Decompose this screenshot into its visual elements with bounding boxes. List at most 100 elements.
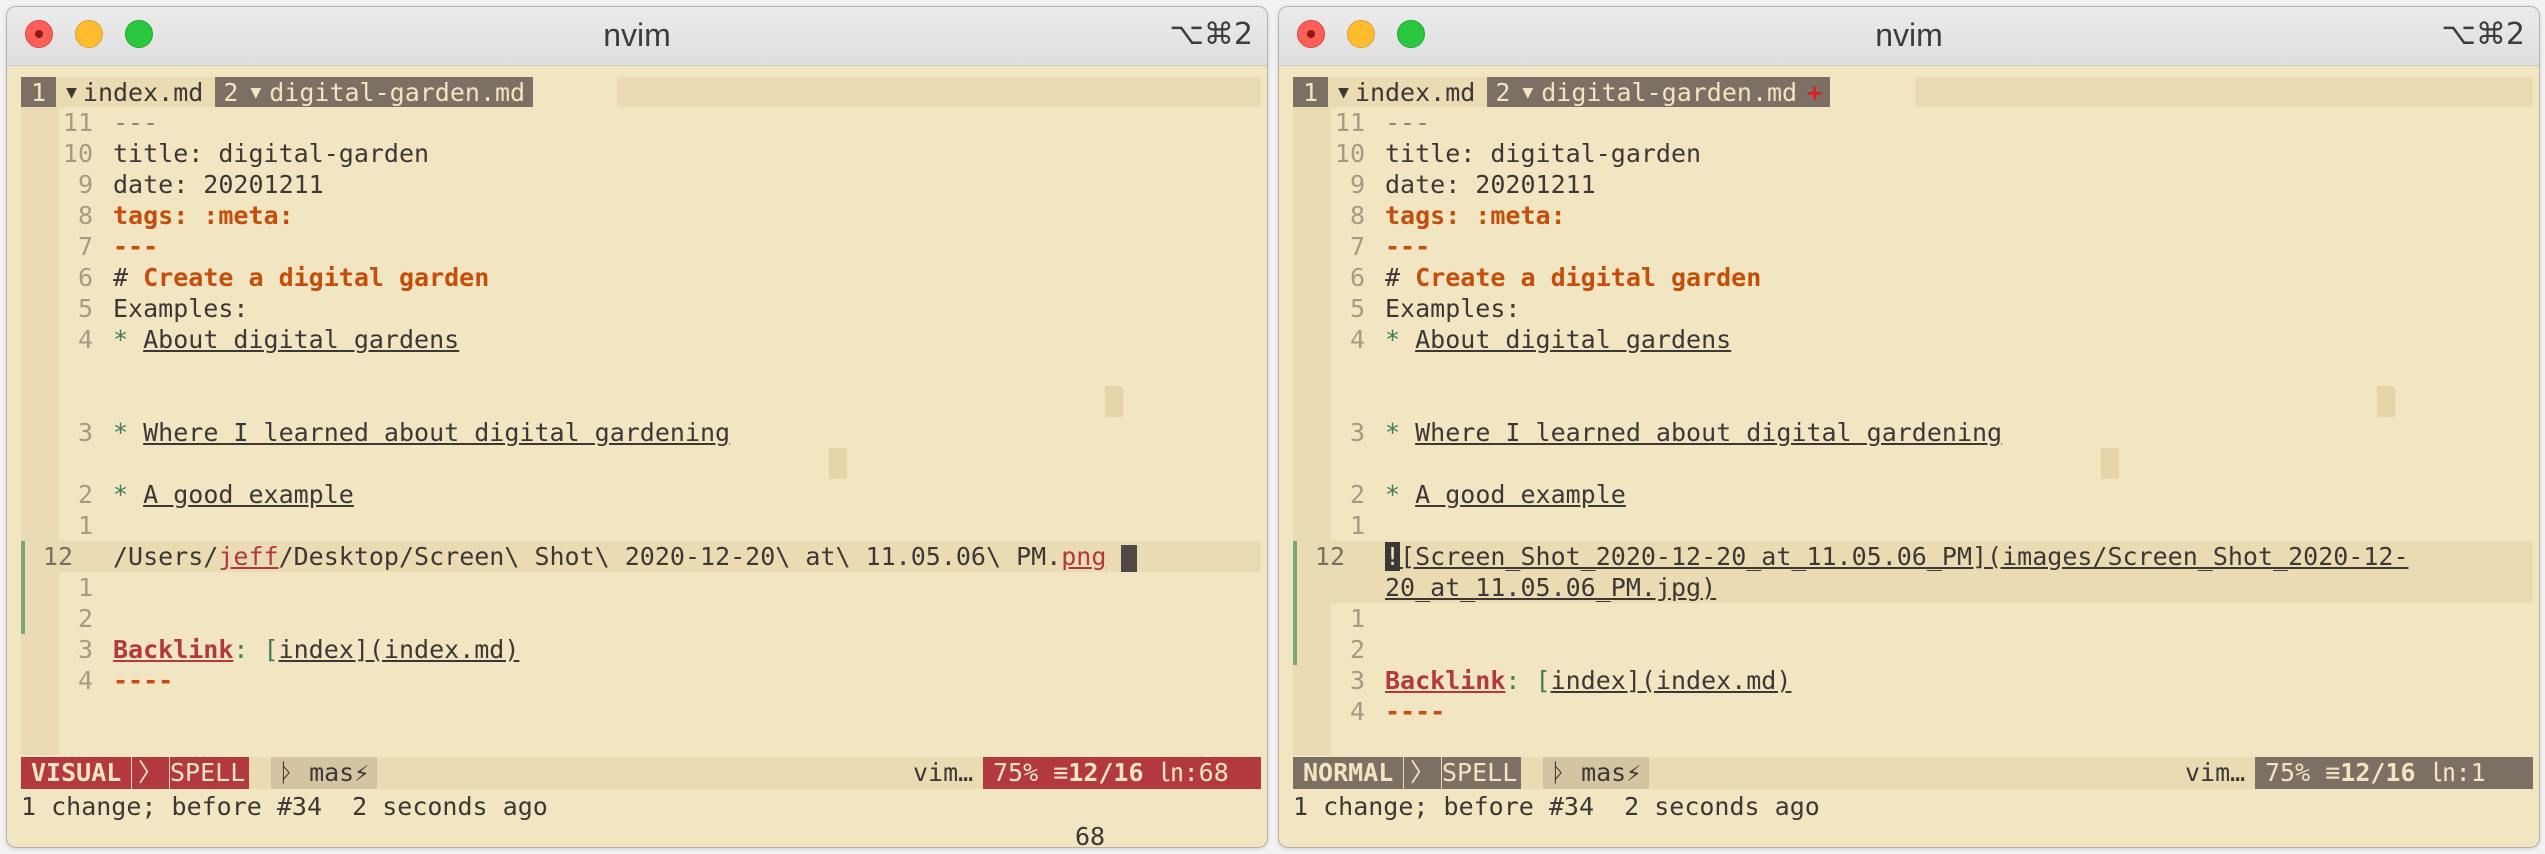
buffer-line: 10	[21, 138, 103, 169]
line-text: Examples:	[1385, 294, 1521, 323]
image-link: [Screen_Shot_2020-12-20_at_11.05.06_PM](…	[1400, 542, 2409, 571]
spell-error: jeff	[218, 542, 279, 571]
conceal-marker	[2101, 448, 2119, 479]
conceal-marker	[1105, 386, 1123, 417]
file-icon: ▼	[250, 81, 262, 103]
line-number: 6	[1349, 263, 1365, 292]
link-text: Where I learned about digital gardening	[1415, 418, 2003, 447]
titlebar: nvim ⌥⌘2	[1279, 7, 2539, 66]
tab-index[interactable]: 1 ▼ index.md	[1293, 76, 1488, 108]
line-number: 8	[1349, 201, 1365, 230]
terminal-area[interactable]: 1 ▼ index.md 2 ▼ digital-garden.md + 1 1 …	[1279, 65, 2539, 847]
line-text: Examples:	[113, 294, 249, 323]
buffer-line: 4	[21, 324, 103, 355]
line-number: 12	[1314, 542, 1345, 571]
line-number: 10	[62, 139, 93, 168]
lines-icon: ≡	[1053, 758, 1069, 787]
list-item: * A good example	[113, 479, 354, 510]
line-number: 2	[77, 604, 93, 633]
spell-error: png	[1061, 542, 1107, 571]
scroll-percent: 75%	[2265, 758, 2311, 787]
link-text: A good example	[143, 480, 354, 509]
link-text: Where I learned about digital gardening	[143, 418, 731, 447]
bullet: *	[113, 480, 144, 509]
buffer-line: 10	[1293, 138, 1375, 169]
line-text: date: 20201211	[1385, 170, 1596, 199]
ruler-column: 68	[1075, 822, 1106, 848]
branch-name: mas⚡	[1581, 758, 1642, 787]
tab-index[interactable]: 1 ▼ index.md	[21, 76, 216, 108]
line-number: 3	[1349, 418, 1365, 447]
line-number: 11	[62, 108, 93, 137]
tab-label: index.md	[82, 77, 204, 107]
line-number: 1	[1349, 604, 1365, 633]
right-nvim-window: nvim ⌥⌘2 1 ▼ index.md 2 ▼ digital-garden…	[1278, 6, 2540, 848]
tab-label: digital-garden.md	[1541, 77, 1798, 107]
left-nvim-window: nvim ⌥⌘2 1 ▼ index.md 2 ▼ digital-garden…	[6, 6, 1268, 848]
buffer-line: 1	[21, 510, 103, 541]
list-item: * About digital gardens	[1385, 324, 1731, 355]
line-number: 5	[1349, 294, 1365, 323]
image-link: 20_at_11.05.06_PM.jpg)	[1385, 573, 1717, 602]
column-icon: ㏑	[1158, 758, 1184, 787]
line-text: title: digital-garden	[113, 139, 430, 168]
tab-digital-garden[interactable]: 2 ▼ digital-garden.md	[215, 77, 534, 107]
tab-number: 2	[1495, 77, 1511, 107]
list-item: * A good example	[1385, 479, 1626, 510]
tabline: 1 ▼ index.md 2 ▼ digital-garden.md	[21, 76, 534, 108]
filetype: vim…	[2185, 758, 2246, 787]
tabline-fill	[617, 77, 1261, 107]
link-text: About digital gardens	[143, 325, 460, 354]
tab-label: index.md	[1354, 77, 1476, 107]
buffer-line: 3	[1293, 417, 1375, 448]
branch-icon: ᚦ	[279, 758, 295, 787]
conceal-marker	[2377, 386, 2395, 417]
git-branch: ᚦ mas⚡	[271, 757, 378, 789]
line-number: 1	[1349, 511, 1365, 540]
tabline: 1 ▼ index.md 2 ▼ digital-garden.md +	[1293, 76, 1831, 108]
buffer-line: 1	[1293, 510, 1375, 541]
column-icon: ㏑	[2430, 758, 2456, 787]
buffer-line: 6	[1293, 262, 1375, 293]
bullet: *	[113, 418, 144, 447]
tab-digital-garden[interactable]: 2 ▼ digital-garden.md +	[1487, 77, 1831, 107]
file-icon: ▼	[66, 81, 77, 103]
list-item: * About digital gardens	[113, 324, 459, 355]
buffer-line: 7	[21, 231, 103, 262]
current-line-text: /Users/jeff/Desktop/Screen\ Shot\ 2020-1…	[113, 541, 1138, 572]
buffer-line: 3	[21, 634, 103, 665]
line-number: 11	[1334, 108, 1365, 137]
conceal-marker	[829, 448, 847, 479]
buffer-line: 2	[21, 479, 103, 510]
line-number: 4	[77, 325, 93, 354]
column-position: :68	[1183, 758, 1229, 787]
tabline-fill	[1915, 77, 2533, 107]
branch-icon: ᚦ	[1551, 758, 1567, 787]
buffer-line: 5	[1293, 293, 1375, 324]
line-text: ---	[113, 232, 159, 261]
statusline: NORMAL 〉 SPELL ᚦ mas⚡ vim… 75% ≡12/16 ㏑:…	[1293, 757, 2533, 789]
backlink-key: Backlink	[1385, 666, 1506, 695]
line-number: 1	[77, 511, 93, 540]
buffer-line: 2	[1293, 634, 1375, 665]
link-text: index](index.md)	[1550, 666, 1792, 695]
heading-marker: #	[113, 263, 144, 292]
terminal-area[interactable]: 1 ▼ index.md 2 ▼ digital-garden.md 11 --…	[7, 65, 1267, 847]
buffer-line: 4	[1293, 324, 1375, 355]
buffer-line: 9	[1293, 169, 1375, 200]
titlebar: nvim ⌥⌘2	[7, 7, 1267, 66]
backlink-line: Backlink: [index](index.md)	[1385, 666, 1792, 695]
link-text: A good example	[1415, 480, 1626, 509]
line-position: 12/16	[2340, 758, 2416, 787]
file-icon: ▼	[1522, 81, 1534, 103]
current-line-wrap: 20_at_11.05.06_PM.jpg)	[1385, 572, 1716, 603]
statusline: VISUAL 〉 SPELL ᚦ mas⚡ vim… 75% ≡12/16 ㏑:…	[21, 757, 1261, 789]
modified-indicator: +	[1807, 77, 1823, 107]
buffer-line: 8	[1293, 200, 1375, 231]
tab-number: 2	[223, 77, 239, 107]
buffer-line: 12	[21, 541, 83, 572]
bullet: *	[1385, 480, 1416, 509]
file-icon: ▼	[1338, 81, 1349, 103]
backlink-key: Backlink	[113, 635, 234, 664]
heading-line: # Create a digital garden	[1385, 262, 1761, 293]
